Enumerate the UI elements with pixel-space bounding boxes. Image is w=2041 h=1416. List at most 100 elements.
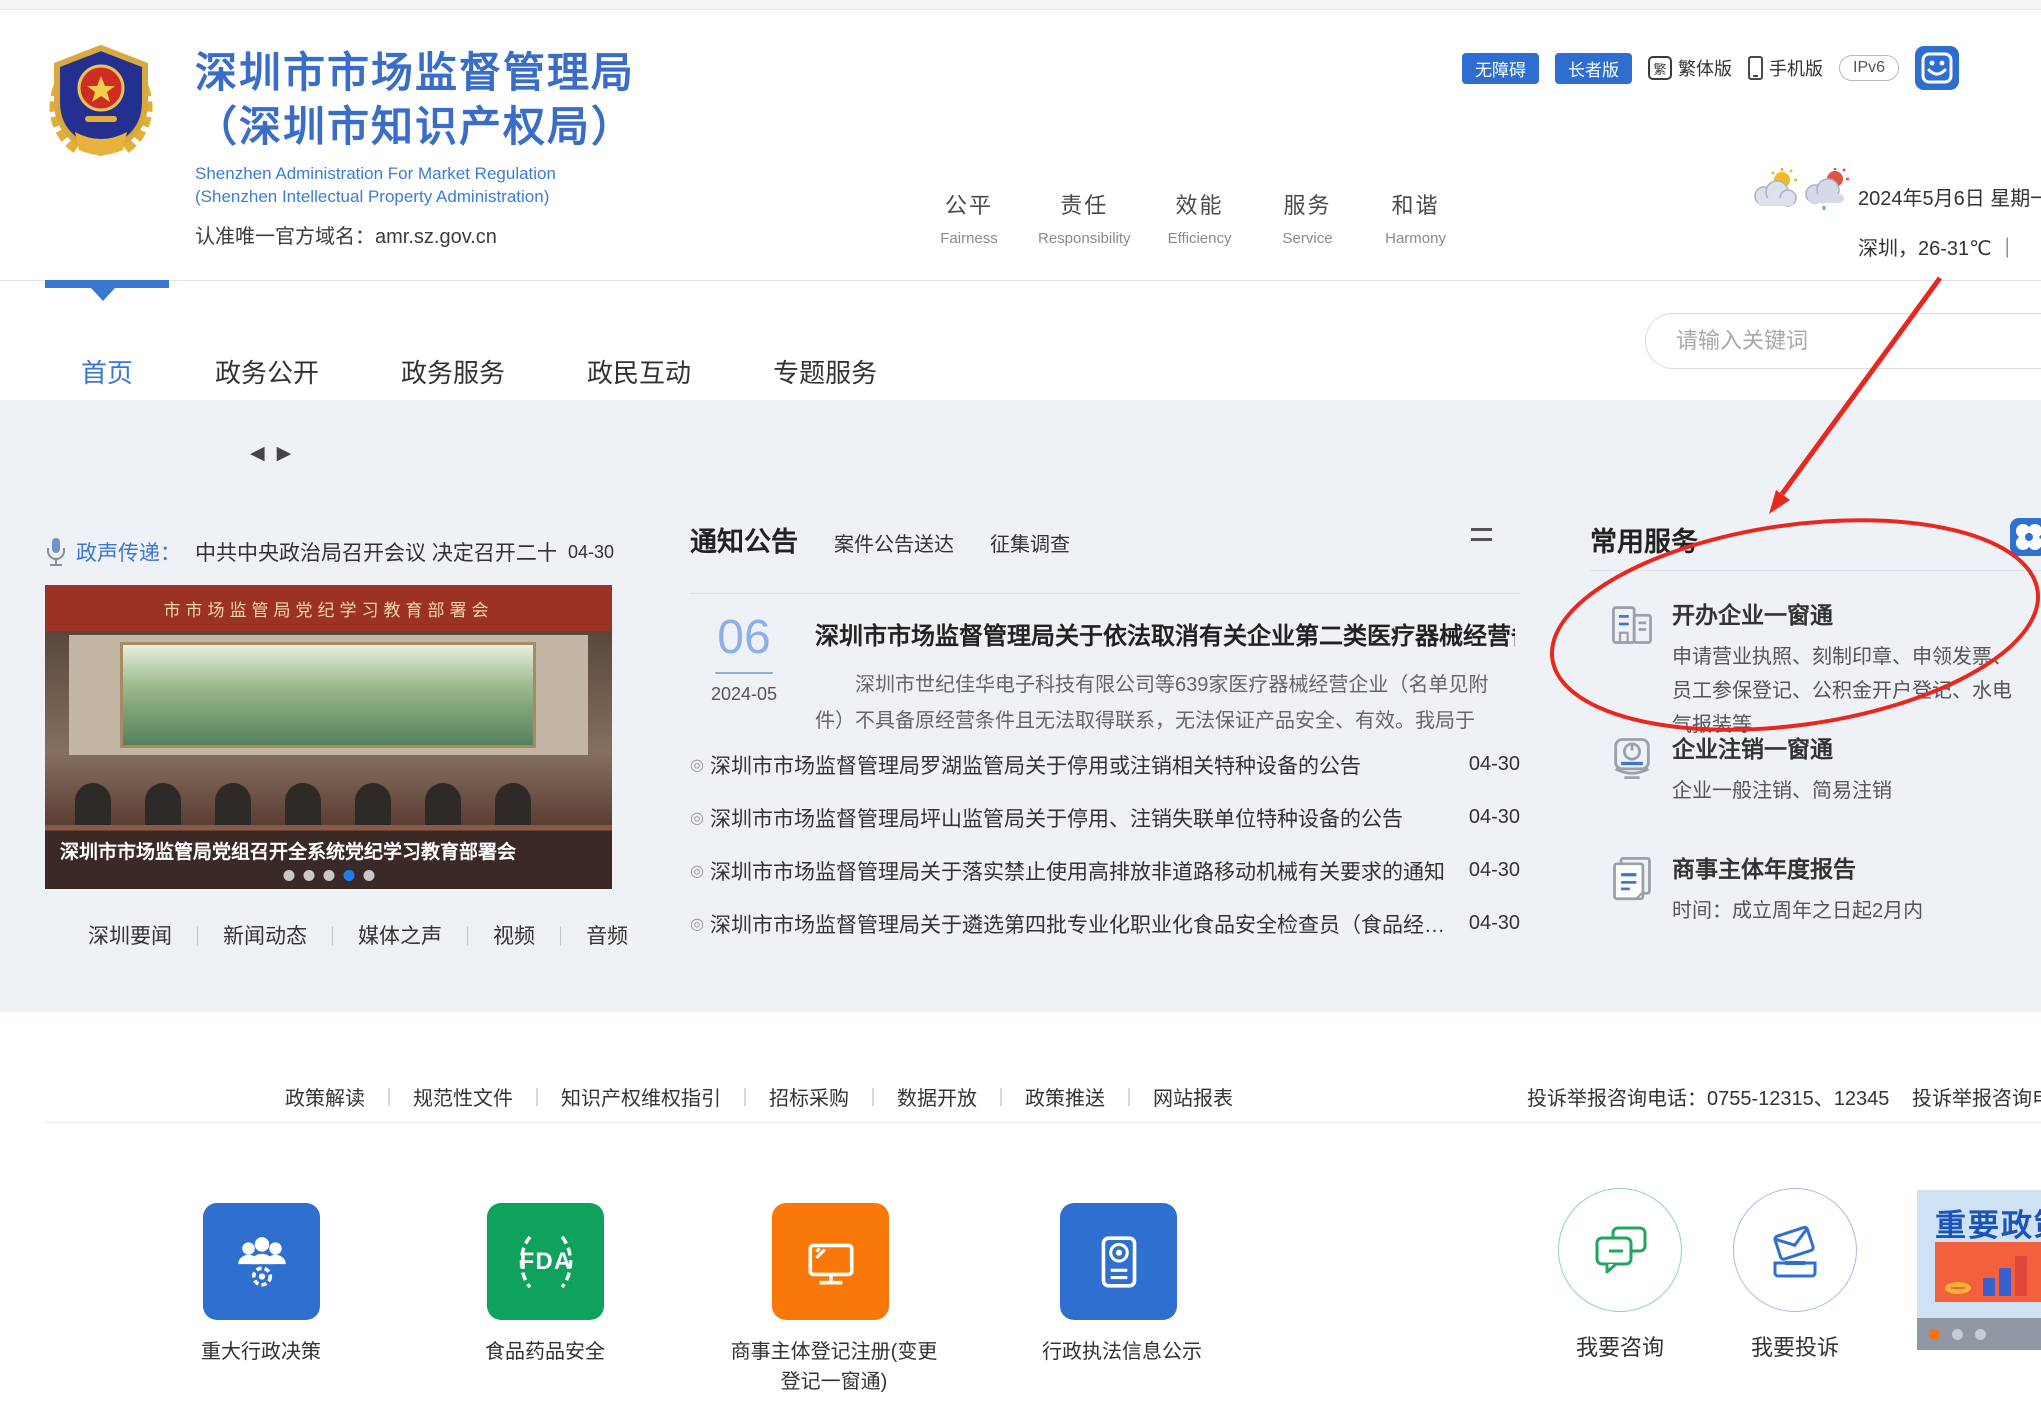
policy-dot-active[interactable] bbox=[1929, 1329, 1940, 1340]
tab-notice-announcements[interactable]: 通知公告 bbox=[690, 520, 798, 559]
featured-summary: 深圳市世纪佳华电子科技有限公司等639家医疗器械经营企业（名单见附件）不具备原经… bbox=[815, 667, 1515, 739]
photo-caption[interactable]: 深圳市市场监管局党组召开全系统党纪学习教育部署会 bbox=[60, 837, 516, 864]
clover-icon bbox=[2010, 518, 2041, 556]
service-title[interactable]: 开办企业一窗通 bbox=[1672, 596, 2038, 630]
tile-label-food-drug-safety[interactable]: 食品药品安全 bbox=[435, 1337, 655, 1367]
complaint-hotline: 投诉举报咨询电话：0755-12315、12345 bbox=[1527, 1082, 1889, 1111]
notice-list-item[interactable]: ◎ 深圳市市场监督管理局关于遴选第四批专业化职业化食品安全检查员（食品经营）..… bbox=[690, 897, 1520, 950]
tile-major-decisions[interactable] bbox=[203, 1203, 320, 1320]
carousel-dot-active[interactable] bbox=[343, 870, 354, 881]
notice-item-date: 04-30 bbox=[1469, 912, 1520, 935]
footer-link-normative-documents[interactable]: 规范性文件 bbox=[413, 1082, 513, 1111]
tile-label-law-enforcement-disclosure[interactable]: 行政执法信息公示 bbox=[1012, 1337, 1232, 1367]
policy-banner-dots bbox=[1917, 1318, 2041, 1350]
tile-label-business-registration[interactable]: 商事主体登记注册(变更登记一窗通) bbox=[724, 1337, 944, 1397]
app-qr-icon[interactable] bbox=[1915, 46, 1959, 90]
agency-name-en: Shenzhen Administration For Market Regul… bbox=[195, 162, 635, 208]
notice-list-item[interactable]: ◎ 深圳市市场监督管理局坪山监管局关于停用、注销失联单位特种设备的公告 04-3… bbox=[690, 791, 1520, 844]
mobile-version-link[interactable]: 手机版 bbox=[1748, 55, 1823, 81]
footer-link-ip-rights-guide[interactable]: 知识产权维权指引 bbox=[561, 1082, 721, 1111]
ticker-label: 政声传递： bbox=[76, 537, 181, 567]
notice-item-title[interactable]: 深圳市市场监督管理局坪山监管局关于停用、注销失联单位特种设备的公告 bbox=[710, 803, 1449, 833]
notice-item-title[interactable]: 深圳市市场监督管理局关于遴选第四批专业化职业化食品安全检查员（食品经营）... bbox=[710, 909, 1449, 939]
main-content: ◀ ▶ 政声传递： 中共中央政治局召开会议 决定召开二十届三... 04-30 … bbox=[0, 400, 2041, 1012]
weather-date: 2024年5月6日 星期一 bbox=[1858, 182, 2041, 211]
service-item-open-business[interactable]: 开办企业一窗通 申请营业执照、刻制印章、申领发票、员工参保登记、公积金开户登记、… bbox=[1608, 596, 2038, 742]
complaint-label[interactable]: 我要投诉 bbox=[1733, 1330, 1857, 1362]
tab-separator: ｜ bbox=[323, 922, 342, 949]
service-title[interactable]: 商事主体年度报告 bbox=[1672, 850, 2038, 884]
core-value-harmony: 和谐 Harmony bbox=[1377, 188, 1455, 247]
elder-version-button[interactable]: 长者版 bbox=[1555, 53, 1632, 84]
tile-label-major-decisions[interactable]: 重大行政决策 bbox=[151, 1337, 371, 1367]
tab-news-updates[interactable]: 新闻动态 bbox=[223, 920, 307, 950]
ticker-headline[interactable]: 中共中央政治局召开会议 决定召开二十届三... bbox=[195, 537, 556, 567]
nav-item-gov-info[interactable]: 政务公开 bbox=[215, 353, 319, 390]
complaint-hotline-more: 投诉举报咨询电 bbox=[1912, 1082, 2041, 1111]
footer-link-policy-push[interactable]: 政策推送 bbox=[1025, 1082, 1105, 1111]
tab-surveys[interactable]: 征集调查 bbox=[990, 528, 1070, 557]
weather-icons bbox=[1750, 168, 1850, 210]
tab-video[interactable]: 视频 bbox=[493, 920, 535, 950]
carousel-dot[interactable] bbox=[323, 870, 334, 881]
services-flower-icon[interactable] bbox=[2010, 518, 2041, 556]
agency-emblem-logo bbox=[45, 40, 157, 163]
tab-shenzhen-news[interactable]: 深圳要闻 bbox=[88, 920, 172, 950]
policy-dot[interactable] bbox=[1975, 1329, 1986, 1340]
featured-title[interactable]: 深圳市市场监督管理局关于依法取消有关企业第二类医疗器械经营备... bbox=[815, 616, 1515, 651]
carousel-dot[interactable] bbox=[303, 870, 314, 881]
carousel-next-icon[interactable]: ▶ bbox=[277, 442, 292, 465]
carousel-dot[interactable] bbox=[363, 870, 374, 881]
ipv6-badge[interactable]: IPv6 bbox=[1839, 55, 1899, 81]
core-value-responsibility: 责任 Responsibility bbox=[1038, 188, 1131, 247]
service-desc: 申请营业执照、刻制印章、申领发票、员工参保登记、公积金开户登记、水电气报装等 bbox=[1672, 640, 2022, 742]
tile-business-registration[interactable] bbox=[772, 1203, 889, 1320]
policy-dot[interactable] bbox=[1952, 1329, 1963, 1340]
footer-separator: ｜ bbox=[864, 1084, 882, 1110]
value-cn: 效能 bbox=[1161, 188, 1239, 220]
value-cn: 公平 bbox=[930, 188, 1008, 220]
nav-item-special-services[interactable]: 专题服务 bbox=[773, 353, 877, 390]
search-input[interactable] bbox=[1676, 328, 2036, 354]
consult-label[interactable]: 我要咨询 bbox=[1558, 1330, 1682, 1362]
featured-date-block: 06 2024-05 bbox=[700, 612, 788, 705]
footer-link-bidding[interactable]: 招标采购 bbox=[769, 1082, 849, 1111]
service-title[interactable]: 企业注销一窗通 bbox=[1672, 730, 2038, 764]
footer-link-policy-interpretation[interactable]: 政策解读 bbox=[285, 1082, 365, 1111]
footer: 政策解读 ｜ 规范性文件 ｜ 知识产权维权指引 ｜ 招标采购 ｜ 数据开放 ｜ … bbox=[0, 1012, 2041, 1416]
tab-separator: ｜ bbox=[188, 922, 207, 949]
notice-list-item[interactable]: ◎ 深圳市市场监督管理局关于落实禁止使用高排放非道路移动机械有关要求的通知 04… bbox=[690, 844, 1520, 897]
footer-link-site-reports[interactable]: 网站报表 bbox=[1153, 1082, 1233, 1111]
footer-divider bbox=[45, 1122, 2041, 1123]
tile-food-drug-safety[interactable]: FDA bbox=[487, 1203, 604, 1320]
notice-list-item[interactable]: ◎ 深圳市市场监督管理局罗湖监管局关于停用或注销相关特种设备的公告 04-30 bbox=[690, 738, 1520, 791]
news-carousel-photo[interactable]: 市市场监管局党纪学习教育部署会 深圳市市场监管局党组召开全系统党纪学习教育部署会 bbox=[45, 585, 612, 889]
agency-name-cn-line1: 深圳市市场监督管理局 bbox=[195, 46, 635, 100]
carousel-prev-icon[interactable]: ◀ bbox=[250, 442, 265, 465]
consult-button[interactable] bbox=[1558, 1188, 1682, 1312]
tab-audio[interactable]: 音频 bbox=[586, 920, 628, 950]
notice-item-title[interactable]: 深圳市市场监督管理局罗湖监管局关于停用或注销相关特种设备的公告 bbox=[710, 750, 1449, 780]
carousel-dot[interactable] bbox=[283, 870, 294, 881]
footer-link-open-data[interactable]: 数据开放 bbox=[897, 1082, 977, 1111]
complaint-button[interactable] bbox=[1733, 1188, 1857, 1312]
nav-item-gov-services[interactable]: 政务服务 bbox=[401, 353, 505, 390]
quick-links: 无障碍 长者版 繁 繁体版 手机版 IPv6 bbox=[1462, 46, 1959, 90]
service-item-deregister[interactable]: 企业注销一窗通 企业一般注销、简易注销 bbox=[1608, 730, 2038, 808]
news-ticker[interactable]: 政声传递： 中共中央政治局召开会议 决定召开二十届三... 04-30 bbox=[44, 536, 614, 568]
traditional-version-link[interactable]: 繁 繁体版 bbox=[1648, 55, 1732, 81]
tab-media-voice[interactable]: 媒体之声 bbox=[358, 920, 442, 950]
tab-case-announcements[interactable]: 案件公告送达 bbox=[834, 528, 954, 557]
monitor-pen-icon bbox=[802, 1233, 860, 1291]
notice-item-title[interactable]: 深圳市市场监督管理局关于落实禁止使用高排放非道路移动机械有关要求的通知 bbox=[710, 856, 1449, 886]
microphone-icon bbox=[44, 536, 68, 568]
service-item-annual-report[interactable]: 商事主体年度报告 时间：成立周年之日起2月内 bbox=[1608, 850, 2038, 928]
nav-item-home[interactable]: 首页 bbox=[81, 353, 133, 390]
accessibility-button[interactable]: 无障碍 bbox=[1462, 53, 1539, 84]
policy-banner[interactable]: 重要政策 bbox=[1917, 1190, 2041, 1350]
featured-text-block: 深圳市市场监督管理局关于依法取消有关企业第二类医疗器械经营备... 深圳市世纪佳… bbox=[815, 616, 1515, 739]
photo-landscape-painting bbox=[123, 645, 533, 745]
tile-law-enforcement-disclosure[interactable] bbox=[1060, 1203, 1177, 1320]
more-menu-icon[interactable] bbox=[1471, 528, 1492, 548]
nav-item-interaction[interactable]: 政民互动 bbox=[587, 353, 691, 390]
